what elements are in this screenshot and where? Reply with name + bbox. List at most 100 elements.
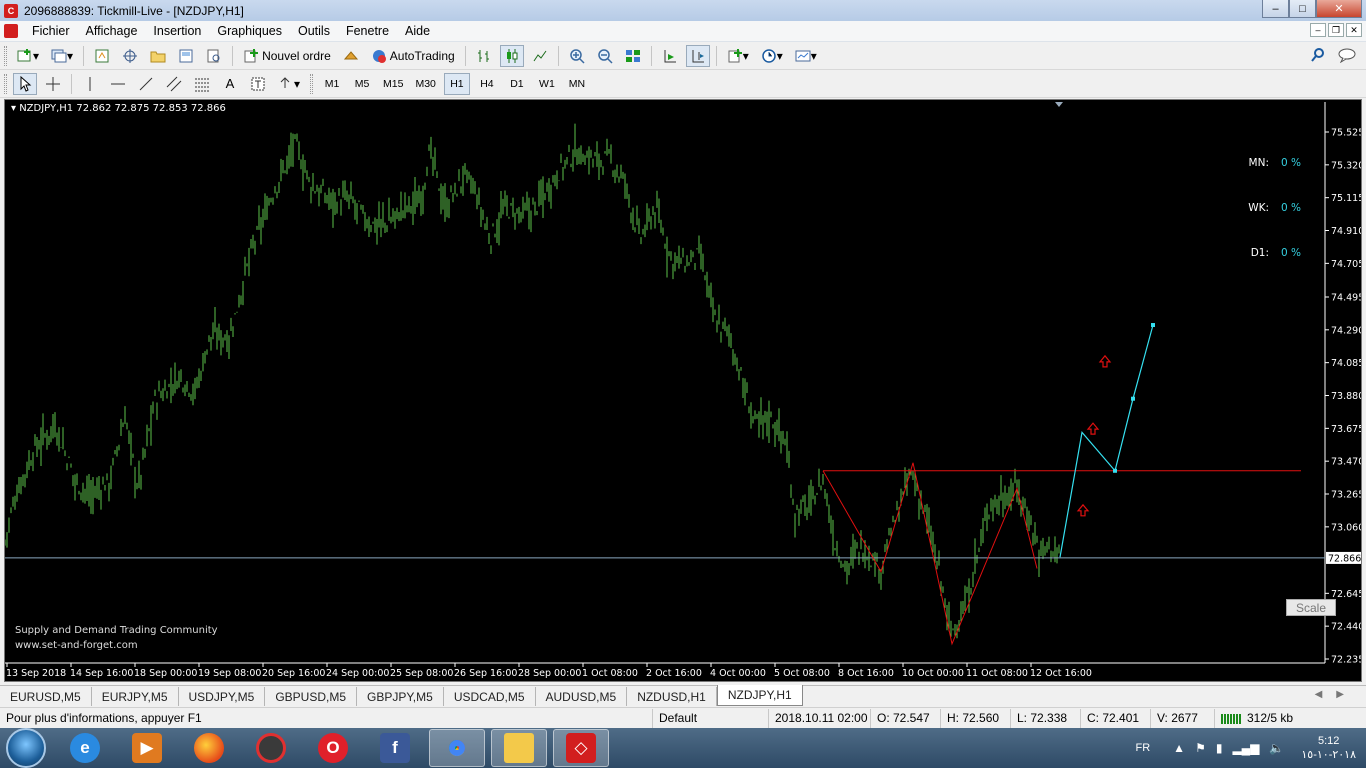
profiles-button[interactable]: ▾ [47, 45, 77, 67]
navigator-button[interactable] [146, 45, 170, 67]
timeframe-m15[interactable]: M15 [379, 73, 407, 95]
trendline-button[interactable] [134, 73, 158, 95]
taskbar-chrome[interactable] [429, 729, 485, 767]
scale-button[interactable]: Scale [1286, 599, 1336, 616]
status-connection[interactable]: 312/5 kb [1214, 708, 1364, 728]
toolbar-grip[interactable] [310, 73, 314, 94]
tab-nzdusd-h1[interactable]: NZDUSD,H1 [627, 687, 717, 706]
mdi-close-button[interactable]: ✕ [1346, 23, 1362, 37]
price-tick-label: 75.525 [1331, 128, 1361, 139]
menu-fichier[interactable]: Fichier [24, 24, 78, 38]
mdi-minimize-button[interactable]: – [1310, 23, 1326, 37]
menu-outils[interactable]: Outils [290, 24, 338, 38]
tab-audusd-m5[interactable]: AUDUSD,M5 [536, 687, 628, 706]
candle-chart-button[interactable] [499, 44, 524, 67]
menu-aide[interactable]: Aide [397, 24, 438, 38]
chart-shift-button[interactable] [685, 44, 710, 67]
tab-eurjpy-m5[interactable]: EURJPY,M5 [92, 687, 179, 706]
minimize-button[interactable]: – [1262, 0, 1289, 18]
taskbar-metatrader[interactable]: ◇ [553, 729, 609, 767]
strategy-tester-button[interactable] [202, 45, 226, 67]
autotrading-button[interactable]: AutoTrading [367, 45, 459, 67]
tab-gbpusd-m5[interactable]: GBPUSD,M5 [265, 687, 357, 706]
taskbar-facebook[interactable]: f [367, 729, 423, 767]
taskbar-internet-explorer[interactable]: e [57, 729, 113, 767]
cursor-button[interactable] [13, 72, 37, 95]
network-signal-icon[interactable]: ▂▄▆ [1232, 741, 1259, 755]
tile-windows-button[interactable] [621, 45, 645, 67]
time-tick-label: 13 Sep 2018 [6, 668, 66, 679]
mdi-restore-button[interactable]: ❐ [1328, 23, 1344, 37]
timeframe-w1[interactable]: W1 [534, 73, 560, 95]
menu-fenetre[interactable]: Fenetre [338, 24, 397, 38]
zoom-in-button[interactable] [565, 45, 589, 67]
separator [83, 45, 85, 66]
timeframe-m1[interactable]: M1 [319, 73, 345, 95]
close-button[interactable]: ✕ [1316, 0, 1362, 18]
menu-affichage[interactable]: Affichage [78, 24, 146, 38]
new-chart-button[interactable]: ▾ [13, 45, 43, 67]
price-tick-label: 74.910 [1331, 226, 1361, 237]
timeframe-m5[interactable]: M5 [349, 73, 375, 95]
zoom-in-icon [569, 48, 585, 64]
tab-usdcad-m5[interactable]: USDCAD,M5 [444, 687, 536, 706]
stat-mn-label: MN: [1248, 157, 1269, 169]
toolbar-grip[interactable] [4, 73, 7, 94]
line-chart-button[interactable] [528, 45, 552, 67]
templates-button[interactable]: ▾ [791, 45, 821, 67]
taskbar-opera[interactable]: O [305, 729, 361, 767]
crosshair-button[interactable] [41, 73, 65, 95]
chart-window[interactable]: 75.525 75.320 75.115 74.910 74.705 74.495 74.2… [4, 99, 1362, 682]
timeframe-h1[interactable]: H1 [443, 72, 470, 95]
bird-app-icon [256, 733, 286, 763]
tab-usdjpy-m5[interactable]: USDJPY,M5 [179, 687, 266, 706]
timeframe-m30[interactable]: M30 [411, 73, 439, 95]
tab-gbpjpy-m5[interactable]: GBPJPY,M5 [357, 687, 444, 706]
menu-insertion[interactable]: Insertion [145, 24, 209, 38]
autoscroll-button[interactable] [658, 45, 682, 67]
volume-icon[interactable]: 🔈 [1269, 741, 1284, 755]
equidistant-channel-button[interactable] [162, 73, 186, 95]
tab-eurusd-m5[interactable]: EURUSD,M5 [0, 687, 92, 706]
arrows-button[interactable]: ▾ [274, 73, 304, 95]
taskbar-media-player[interactable]: ▶ [119, 729, 175, 767]
market-watch-button[interactable] [90, 45, 114, 67]
time-tick-label: 4 Oct 00:00 [710, 668, 766, 679]
zoom-out-button[interactable] [593, 45, 617, 67]
language-indicator[interactable]: FR [1136, 742, 1151, 754]
search-icon[interactable] [1310, 47, 1326, 66]
terminal-button[interactable] [174, 45, 198, 67]
clock[interactable]: 5:12 ٢٠١٨-١٠-١٥ [1301, 734, 1356, 762]
indicators-button[interactable]: ▾ [723, 45, 753, 67]
fibonacci-button[interactable] [190, 73, 214, 95]
symbol-ohlc: NZDJPY,H1 72.862 72.875 72.853 72.866 [19, 103, 226, 114]
taskbar-firefox[interactable] [181, 729, 237, 767]
tab-nzdjpy-h1[interactable]: NZDJPY,H1 [716, 685, 803, 706]
tab-scroll-arrows[interactable]: ◀▶ [1315, 689, 1358, 700]
power-icon[interactable]: ▮ [1216, 741, 1223, 755]
maximize-button[interactable]: □ [1289, 0, 1316, 18]
expert-button[interactable] [339, 45, 363, 67]
new-order-button[interactable]: Nouvel ordre [239, 45, 335, 67]
bar-chart-button[interactable] [472, 45, 496, 67]
status-profile[interactable]: Default [652, 708, 768, 728]
menu-graphiques[interactable]: Graphiques [209, 24, 290, 38]
show-hidden-icons-icon[interactable]: ▲ [1173, 741, 1185, 755]
text-button[interactable]: A [218, 73, 242, 95]
horizontal-line-button[interactable] [106, 73, 130, 95]
action-center-flag-icon[interactable]: ⚑ [1195, 741, 1206, 755]
timeframe-h4[interactable]: H4 [474, 73, 500, 95]
vertical-line-button[interactable] [78, 73, 102, 95]
document-icon[interactable] [4, 24, 18, 38]
timeframe-d1[interactable]: D1 [504, 73, 530, 95]
toolbar-grip[interactable] [4, 45, 7, 66]
timeframe-mn[interactable]: MN [564, 73, 590, 95]
taskbar-bird-app[interactable] [243, 729, 299, 767]
text-label-button[interactable] [246, 73, 270, 95]
periods-button[interactable]: ▾ [757, 45, 787, 67]
start-button[interactable] [6, 728, 46, 768]
taskbar-file-explorer[interactable] [491, 729, 547, 767]
price-chart[interactable]: 75.525 75.320 75.115 74.910 74.705 74.495 74.2… [5, 100, 1361, 681]
chat-icon[interactable] [1338, 47, 1356, 66]
data-window-button[interactable] [118, 45, 142, 67]
